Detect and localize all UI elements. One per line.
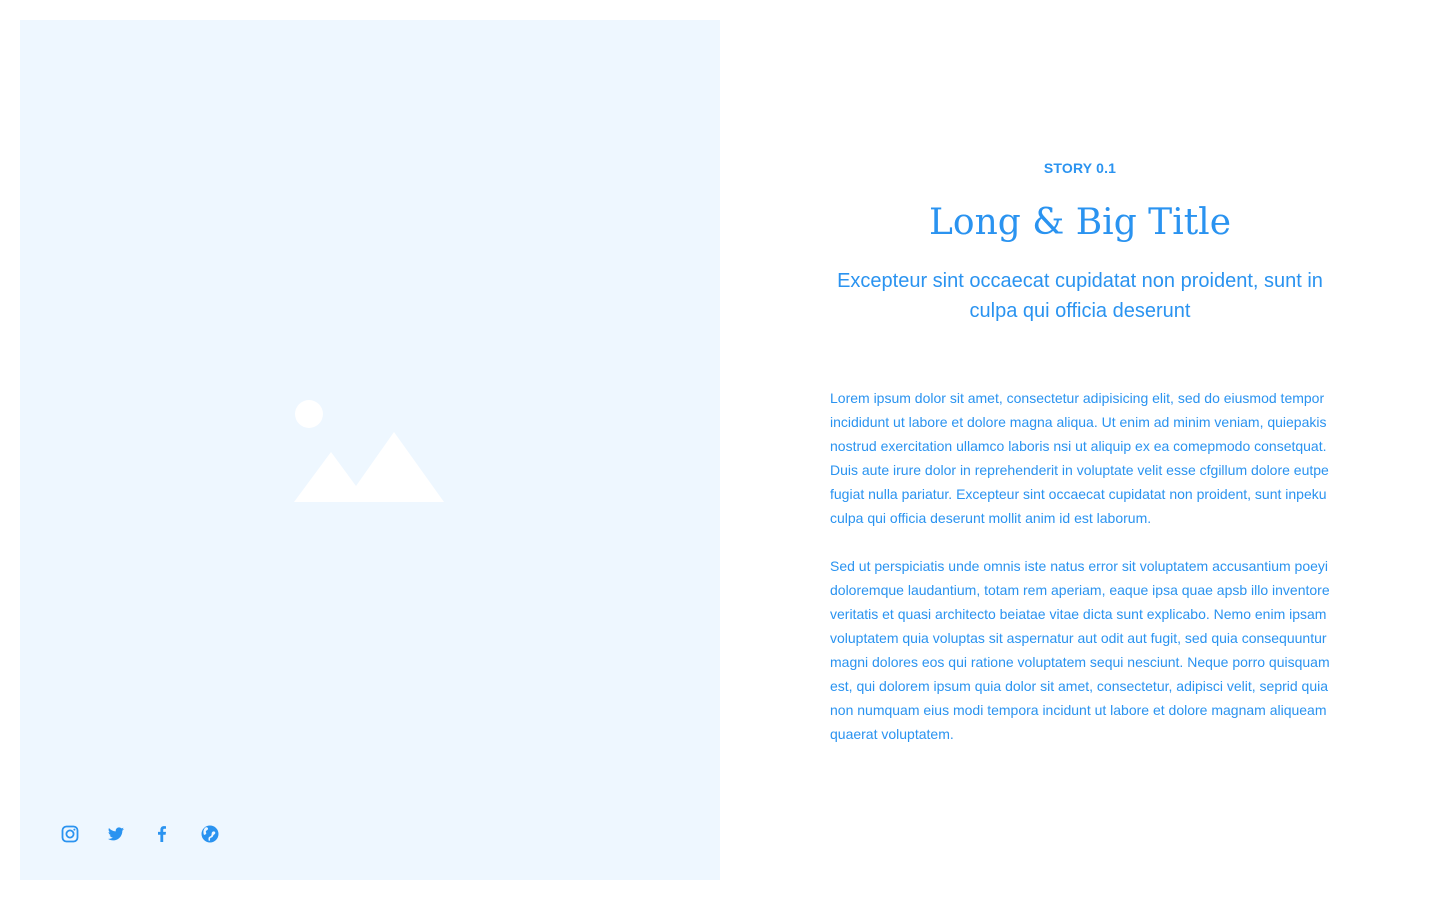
image-placeholder-icon bbox=[294, 400, 444, 502]
globe-link[interactable] bbox=[198, 822, 222, 846]
story-label: STORY 0.1 bbox=[1043, 160, 1117, 176]
twitter-link[interactable] bbox=[104, 822, 128, 846]
facebook-link[interactable] bbox=[150, 822, 174, 846]
social-links bbox=[58, 822, 244, 846]
body-paragraph: Lorem ipsum dolor sit amet, consectetur … bbox=[830, 390, 1329, 526]
globe-icon bbox=[201, 825, 219, 843]
instagram-link[interactable] bbox=[58, 822, 82, 846]
story-subtitle: Excepteur sint occaecat cupidatat non pr… bbox=[837, 270, 1323, 322]
story-title: Long & Big Title bbox=[928, 202, 1231, 243]
twitter-icon bbox=[108, 827, 124, 841]
body-paragraph: Sed ut perspiciatis unde omnis iste natu… bbox=[830, 558, 1330, 742]
facebook-icon bbox=[158, 826, 166, 842]
story-body: Lorem ipsum dolor sit amet, consectetur … bbox=[830, 386, 1330, 770]
story-page: STORY 0.1 Long & Big Title Excepteur sin… bbox=[0, 0, 1440, 900]
media-panel bbox=[20, 20, 720, 880]
instagram-icon bbox=[61, 825, 79, 843]
